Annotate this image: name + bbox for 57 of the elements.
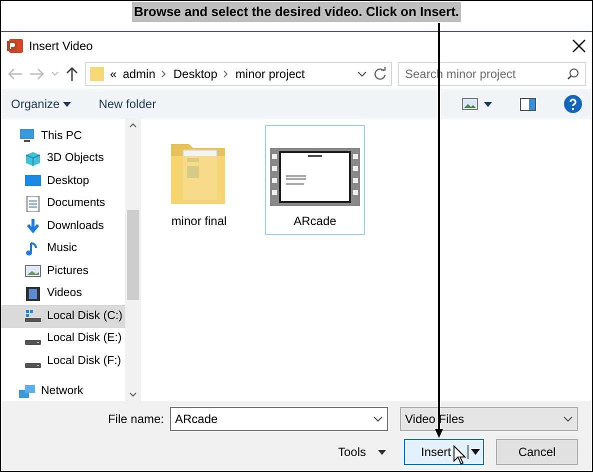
sidebar-item[interactable]: Videos <box>1 282 125 305</box>
sysdisk-icon <box>25 308 41 324</box>
sidebar-item[interactable]: Pictures <box>1 260 125 282</box>
new-folder-button[interactable]: New folder <box>98 95 156 113</box>
up-icon[interactable] <box>65 66 79 82</box>
sidebar-item[interactable]: Documents <box>1 192 125 215</box>
dropdown-icon[interactable] <box>373 416 383 422</box>
app-icon <box>7 38 23 54</box>
dropdown-icon[interactable] <box>357 71 367 77</box>
view-icon[interactable] <box>462 98 478 110</box>
mouse-cursor-icon <box>453 445 467 465</box>
chevron-icon <box>223 70 230 78</box>
scrollbar-thumb[interactable] <box>127 210 139 300</box>
breadcrumb[interactable]: minor project <box>235 65 305 83</box>
close-icon[interactable] <box>572 38 586 52</box>
window-title: Insert Video <box>29 38 93 54</box>
sidebar-item[interactable]: Desktop <box>1 170 125 192</box>
sidebar-item[interactable]: Network <box>1 380 125 403</box>
sidebar-item[interactable]: Downloads <box>1 215 125 238</box>
breadcrumb[interactable]: Desktop <box>173 65 218 83</box>
sidebar-item[interactable]: 3D Objects <box>1 148 125 170</box>
sidebar-item[interactable]: Local Disk (E:) <box>1 328 125 350</box>
download-icon <box>25 218 41 234</box>
refresh-icon[interactable] <box>373 67 387 81</box>
file-tile[interactable]: minor final <box>149 125 249 235</box>
cube-icon <box>25 150 41 167</box>
tools-menu[interactable]: Tools <box>338 443 386 461</box>
sidebar-item[interactable]: This PC <box>1 125 125 148</box>
file-name-label: File name: <box>108 411 164 428</box>
pictures-icon <box>25 263 41 280</box>
help-icon[interactable] <box>564 95 582 113</box>
network-icon <box>19 384 35 400</box>
chevron-icon <box>161 70 168 78</box>
dropdown-icon[interactable] <box>563 416 573 422</box>
sidebar-item[interactable]: Local Disk (F:) <box>1 350 125 372</box>
file-name-field[interactable]: ARcade <box>170 407 388 431</box>
preview-pane-icon[interactable] <box>520 98 536 110</box>
insert-button[interactable]: Insert <box>404 439 484 465</box>
docs-icon <box>25 196 41 212</box>
instruction-caption: Browse and select the desired video. Click on Insert. <box>132 2 462 22</box>
file-tile[interactable]: ARcade <box>265 125 365 235</box>
organize-menu[interactable]: Organize <box>11 95 71 113</box>
search-icon[interactable] <box>567 68 579 80</box>
file-name: minor final <box>171 213 227 230</box>
scroll-up-icon[interactable] <box>129 123 137 128</box>
address-bar[interactable]: « admin Desktop minor project <box>85 62 392 86</box>
breadcrumb[interactable]: admin <box>122 65 156 83</box>
file-name: ARcade <box>294 213 336 230</box>
pc-icon <box>19 128 35 144</box>
scroll-down-icon[interactable] <box>129 392 137 397</box>
sidebar-item[interactable]: Music <box>1 238 125 260</box>
folder-icon <box>90 66 104 82</box>
sidebar-item[interactable]: Local Disk (C:) <box>1 305 125 328</box>
file-name-value: ARcade <box>175 411 218 428</box>
cancel-button[interactable]: Cancel <box>496 439 578 465</box>
videos-icon <box>25 286 41 302</box>
breadcrumb-overflow[interactable]: « <box>110 65 117 83</box>
